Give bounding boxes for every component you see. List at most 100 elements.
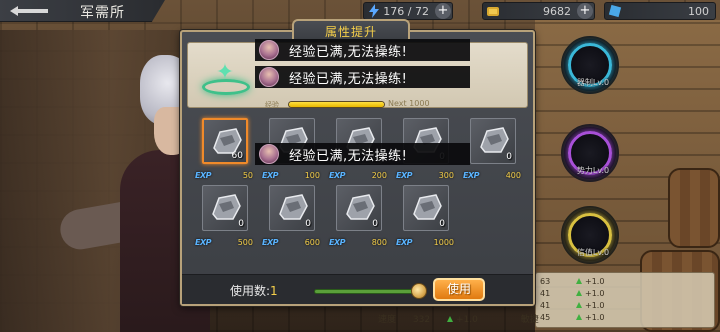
exp-value-tag: EXP 100 <box>262 170 320 181</box>
use-button[interactable]: 使用 <box>433 278 485 301</box>
exp-tag-value: 500 <box>237 238 253 247</box>
stat-row: +1.0 <box>576 289 604 298</box>
exp-value-tag: EXP 600 <box>262 237 320 248</box>
exp-tag-label: EXP <box>262 171 279 180</box>
arrow-up-icon <box>576 302 582 308</box>
exp-tag-value: 600 <box>304 238 320 247</box>
panel-footer: 使用数:1 使用 <box>182 274 533 304</box>
panel-tab: 属性提升 <box>292 19 410 39</box>
gold-resource: 9682 + <box>482 2 595 20</box>
arrow-up-icon <box>576 314 582 320</box>
exp-value-tag: EXP 1000 <box>396 237 454 248</box>
exp-value-tag: EXP 50 <box>195 170 253 181</box>
item-count: 0 <box>238 219 244 229</box>
exp-tag-label: EXP <box>195 238 212 247</box>
supply-item-card[interactable]: 0 <box>403 185 449 231</box>
back-arrow-icon[interactable] <box>6 3 54 19</box>
exp-tag-label: EXP <box>329 171 346 180</box>
exp-tag-label: EXP <box>262 238 279 247</box>
item-count: 0 <box>305 219 311 229</box>
supply-item-card[interactable]: 0 <box>336 185 382 231</box>
exp-value-tag: EXP 400 <box>463 170 521 181</box>
stat-row: +1.0 <box>576 277 604 286</box>
avatar <box>259 144 279 164</box>
gold-coin-icon <box>485 3 501 19</box>
toast-text: 经验已满,无法操练! <box>289 71 408 87</box>
exp-tag-value: 50 <box>242 171 253 180</box>
item-count: 60 <box>231 151 243 161</box>
item-count: 0 <box>372 219 378 229</box>
toast-message: 经验已满,无法操练! <box>255 39 470 61</box>
exp-tag-label: EXP <box>396 238 413 247</box>
slider-knob[interactable] <box>411 283 427 299</box>
exp-tag-value: 100 <box>304 171 320 180</box>
sprite-icon: ✦ <box>215 60 235 85</box>
exp-tag-label: EXP <box>396 171 413 180</box>
arrow-up-icon <box>446 316 453 322</box>
item-count: 0 <box>439 219 445 229</box>
stat-row: 63 <box>540 277 551 286</box>
exp-value-tag: EXP 200 <box>329 170 387 181</box>
skill-emblem-2[interactable]: 势力Lv.0 <box>561 124 619 182</box>
skill-emblem-1[interactable]: 器制Lv.0 <box>561 36 619 94</box>
toast-text: 经验已满,无法操练! <box>289 148 408 164</box>
supply-item-card[interactable]: 0 <box>269 185 315 231</box>
skill-emblem-3[interactable]: 信值Lv.0 <box>561 206 619 264</box>
exp-label: 经验 <box>265 101 279 109</box>
exp-progress-fill <box>289 102 384 107</box>
stamina-resource: 176 / 72 + <box>363 2 453 20</box>
exp-tag-value: 300 <box>438 171 454 180</box>
gem-value: 100 <box>688 4 709 18</box>
exp-value-tag: EXP 500 <box>195 237 253 248</box>
exp-tag-value: 400 <box>505 171 521 180</box>
use-count-label: 使用数:1 <box>230 284 278 298</box>
stat-row: 41 <box>540 301 551 310</box>
item-count: 0 <box>506 152 512 162</box>
toast-message: 经验已满,无法操练! <box>255 66 470 88</box>
stat-row: 45 <box>540 313 551 322</box>
ore-chunk-icon <box>209 192 243 222</box>
blue-gem-icon <box>607 3 623 19</box>
gold-value: 9682 <box>543 4 571 18</box>
exp-tag-label: EXP <box>329 238 346 247</box>
barrel <box>668 168 720 248</box>
ore-chunk-icon <box>276 192 310 222</box>
toast-message: 经验已满,无法操练! <box>255 143 470 165</box>
exp-tag-value: 1000 <box>433 238 454 247</box>
stat-row: +1.0 <box>576 313 604 322</box>
add-stamina-button[interactable]: + <box>435 3 451 19</box>
supply-item-card[interactable]: 0 <box>202 185 248 231</box>
gem-resource: 100 <box>604 2 716 20</box>
page-title: 军需所 <box>80 5 125 21</box>
stat-row: +1.0 <box>576 301 604 310</box>
exp-tag-label: EXP <box>463 171 480 180</box>
skill-label: 信值Lv.0 <box>576 248 610 257</box>
arrow-up-icon <box>576 278 582 284</box>
panel-title: 属性提升 <box>324 25 377 39</box>
avatar <box>259 67 279 87</box>
avatar <box>259 40 279 60</box>
skill-label: 势力Lv.0 <box>576 166 610 175</box>
hero-sprite-icon: ✦ <box>202 59 250 99</box>
ore-chunk-icon <box>410 192 444 222</box>
next-exp-label: Next 1000 <box>388 99 430 108</box>
stamina-value: 176 / 72 <box>383 4 429 18</box>
exp-progress-bar <box>288 101 385 108</box>
exp-tag-label: EXP <box>195 171 212 180</box>
ore-chunk-icon <box>343 192 377 222</box>
exp-tag-value: 800 <box>371 238 387 247</box>
lightning-icon <box>366 3 382 19</box>
toast-text: 经验已满,无法操练! <box>289 44 408 60</box>
ore-chunk-icon <box>477 125 511 155</box>
exp-value-tag: EXP 300 <box>396 170 454 181</box>
arrow-up-icon <box>576 290 582 296</box>
add-gold-button[interactable]: + <box>577 3 593 19</box>
speed-stat-row: 速度 332 +1.0 敏捷 <box>378 315 539 325</box>
stat-row: 41 <box>540 289 551 298</box>
exp-value-tag: EXP 800 <box>329 237 387 248</box>
supply-item-card[interactable]: 60 <box>202 118 248 164</box>
use-count-value: 1 <box>270 284 278 298</box>
use-count-slider[interactable] <box>314 289 419 294</box>
stats-table: 63 +1.0 41 +1.0 41 +1.0 45 +1.0 <box>535 272 715 328</box>
supply-item-card[interactable]: 0 <box>470 118 516 164</box>
